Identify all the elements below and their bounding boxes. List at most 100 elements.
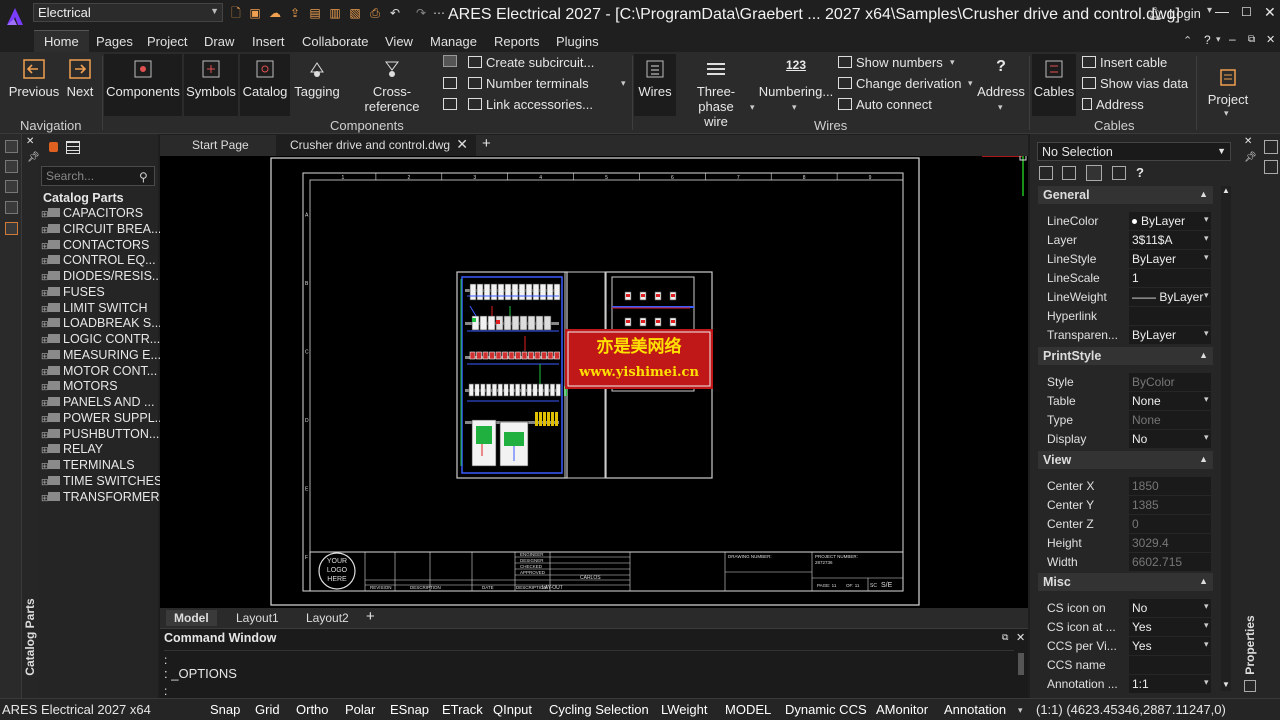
chevron-down-icon[interactable]: ▾ [1204,620,1209,631]
grid-view-icon[interactable] [66,141,80,154]
pin-icon[interactable]: 📌︎ [27,152,40,163]
chevron-down-icon[interactable]: ▾ [1204,639,1209,650]
property-value[interactable]: ByLayer [1129,212,1211,230]
tab-layout2[interactable]: Layout2 [298,610,357,626]
props-pin-icon[interactable]: 📌︎ [1244,152,1257,163]
status-etrack[interactable]: ETrack [442,702,483,717]
number-terminals-chevron-icon[interactable]: ▾ [621,78,626,89]
property-value[interactable]: None [1129,392,1211,410]
catalog-tree-item[interactable]: ⊞ MEASURING E... [41,348,161,362]
terminal-strip-button[interactable] [443,76,461,91]
project-chevron-icon[interactable]: ▾ [1224,108,1229,119]
side-tool-icon[interactable] [1264,140,1278,154]
status-amonitor[interactable]: AMonitor [876,702,928,717]
status-lweight[interactable]: LWeight [661,702,708,717]
next-button[interactable]: Next [64,58,96,99]
cables-button[interactable]: Cables [1032,54,1076,116]
wires-button[interactable]: Wires [634,54,676,116]
symbols-button[interactable]: Symbols [184,54,238,116]
chevron-down-icon[interactable]: ▾ [1204,214,1209,225]
tab-home[interactable]: Home [34,30,89,52]
command-close-icon[interactable]: ✕ [1016,631,1025,644]
print-icon[interactable]: ⎙ [368,6,382,20]
status-cycling-selection[interactable]: Cycling Selection [549,702,649,717]
numbering-chevron-icon[interactable]: ▾ [792,102,797,113]
property-value[interactable]: Yes [1129,637,1211,655]
tool-icon[interactable] [5,140,18,153]
chevron-down-icon[interactable]: ▾ [1204,290,1209,301]
previous-button[interactable]: Previous [8,58,60,99]
command-scrollbar[interactable] [1018,653,1024,675]
tab-view[interactable]: View [385,34,413,49]
property-value[interactable]: —— ByLayer [1129,288,1211,306]
tab-start-page[interactable]: Start Page [178,135,263,156]
command-restore-icon[interactable]: ⧉ [1002,632,1008,643]
catalog-tree-item[interactable]: ⊞ CAPACITORS [41,206,143,220]
cloud-icon[interactable]: ☁ [268,6,282,20]
more-icon[interactable]: ⋯ [432,6,446,20]
expand-icon[interactable]: ⊞ [41,209,49,220]
collapse-ribbon-icon[interactable]: ⌃ [1183,34,1192,47]
doc-close-icon[interactable]: ✕ [1266,33,1275,46]
status-model[interactable]: MODEL [725,702,771,717]
print-preview-icon[interactable]: ▧ [348,6,362,20]
add-layout-icon[interactable]: + [366,608,375,625]
side-tool-icon[interactable] [1264,160,1278,174]
show-numbers-item[interactable]: Show numbers [838,55,943,70]
address-button[interactable]: ? Address [976,58,1026,99]
expand-icon[interactable]: ⊞ [41,382,49,393]
number-terminals-item[interactable]: Number terminals [468,76,589,91]
command-prompt[interactable]: : [164,684,167,698]
catalog-tree-item[interactable]: ⊞ RELAY [41,442,103,456]
tab-insert[interactable]: Insert [252,34,285,49]
property-value[interactable] [1129,656,1211,674]
toggle-pickadd-icon[interactable] [1086,165,1102,181]
tool-icon[interactable] [5,201,18,214]
status-ortho[interactable]: Ortho [296,702,329,717]
select-objects-icon[interactable] [1062,166,1076,180]
three-phase-chevron-icon[interactable]: ▾ [750,102,755,113]
expand-icon[interactable]: ⊞ [41,477,49,488]
catalog-tree-item[interactable]: ⊞ LOADBREAK S... [41,316,162,330]
property-value[interactable]: Yes [1129,618,1211,636]
expand-icon[interactable]: ⊞ [41,445,49,456]
catalog-root[interactable]: Catalog Parts [43,191,124,205]
catalog-tree-item[interactable]: ⊞ CONTROL EQ... [41,253,156,267]
tab-plugins[interactable]: Plugins [556,34,599,49]
expand-icon[interactable]: ⊞ [41,493,49,504]
doc-minimize-icon[interactable]: – [1229,32,1236,46]
save-as-icon[interactable]: ▥ [328,6,342,20]
collapse-icon[interactable]: ▲ [1199,189,1208,199]
catalog-tree-item[interactable]: ⊞ TRANSFORMER [41,490,160,504]
minimize-icon[interactable]: — [1215,3,1229,19]
share-icon[interactable]: ⇪ [288,6,302,20]
export-button[interactable] [443,97,461,112]
show-numbers-chevron-icon[interactable]: ▾ [950,57,955,68]
link-accessories-item[interactable]: Link accessories... [468,97,593,112]
section-general[interactable]: General ▲ [1038,186,1213,204]
catalog-tree-item[interactable]: ⊞ PANELS AND ... [41,395,154,409]
section-plotstyle[interactable]: PrintStyle ▲ [1038,347,1213,365]
add-tab-icon[interactable]: + [482,135,491,152]
props-close-icon[interactable]: ✕ [1244,136,1252,147]
maximize-icon[interactable]: ☐ [1241,5,1252,19]
catalog-button[interactable]: Catalog [240,54,290,116]
help-icon[interactable]: ? [1136,165,1144,180]
side-tool-icon[interactable] [1244,680,1256,692]
tab-reports[interactable]: Reports [494,34,540,49]
expand-icon[interactable]: ⊞ [41,367,49,378]
catalog-parts-tab[interactable]: Catalog Parts [23,597,37,677]
properties-tab[interactable]: Properties [1243,605,1257,685]
catalog-search-input[interactable]: Search... [41,166,155,186]
expand-icon[interactable]: ⊞ [41,241,49,252]
bell-icon[interactable]: 🔔︎ [1147,6,1164,22]
collapse-icon[interactable]: ▲ [1199,350,1208,360]
drawing-canvas[interactable]: 1 2 3 4 5 6 7 8 9 A B C D E F 亦是美网络 www.yishimei.cn YO… [160,156,1028,608]
create-subcircuit-button[interactable] [443,54,461,69]
tagging-button[interactable]: Tagging [293,58,341,99]
status-dynamic-ccs[interactable]: Dynamic CCS [785,702,867,717]
help-icon[interactable]: ? [1204,33,1211,47]
property-value[interactable]: 1:1 [1129,675,1211,693]
status-annotation[interactable]: Annotation [944,702,1006,717]
tool-icon[interactable] [5,160,18,173]
